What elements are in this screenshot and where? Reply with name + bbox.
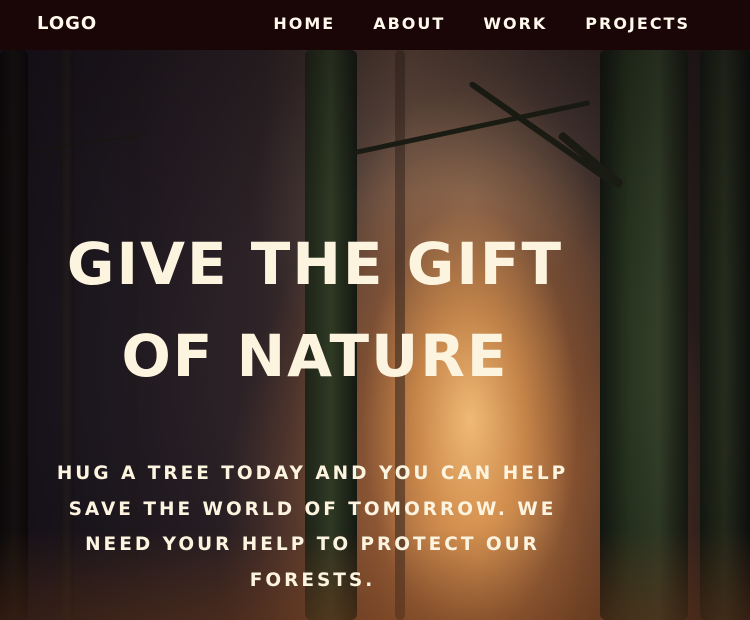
nav-links: HOME ABOUT WORK PROJECTS — [273, 14, 690, 33]
hero-title: GIVE THE GIFT OF NATURE — [66, 230, 564, 390]
nav-link-about[interactable]: ABOUT — [373, 14, 445, 33]
nav-link-home[interactable]: HOME — [273, 14, 335, 33]
logo-link[interactable]: LOGO — [37, 13, 97, 34]
nav-link-projects[interactable]: PROJECTS — [585, 14, 690, 33]
top-navigation-bar: LOGO HOME ABOUT WORK PROJECTS — [0, 0, 750, 50]
nav-link-work[interactable]: WORK — [483, 14, 547, 33]
hero-subtitle: HUG A TREE TODAY AND YOU CAN HELP SAVE T… — [56, 463, 569, 591]
landing-page: LOGO HOME ABOUT WORK PROJECTS GIVE THE G… — [0, 0, 750, 620]
